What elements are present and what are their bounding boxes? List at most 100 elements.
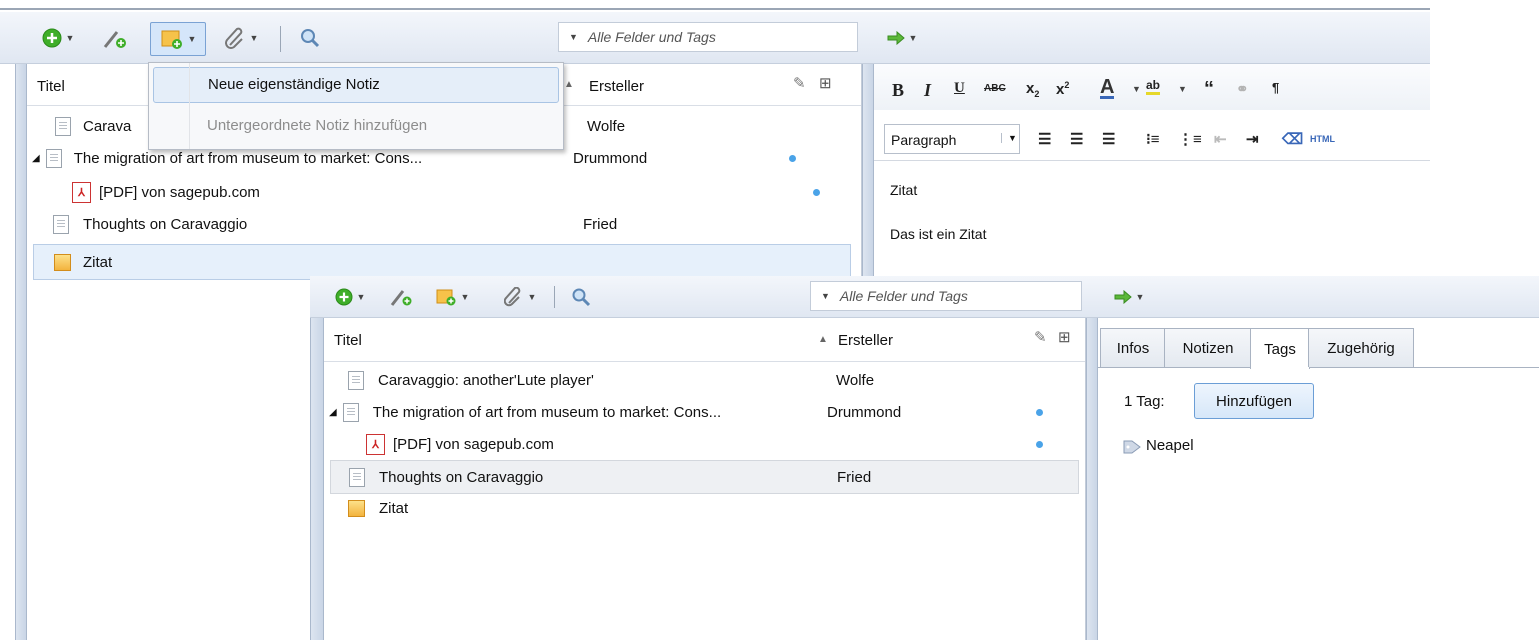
attachment-dot-icon — [813, 189, 820, 196]
item-creator: Wolfe — [587, 117, 626, 135]
outdent-icon[interactable]: ⇤ — [1214, 130, 1227, 148]
item-row-selected[interactable]: Thoughts on Caravaggio Fried — [330, 460, 1079, 494]
align-right-icon[interactable]: ☰ — [1102, 130, 1115, 148]
underline-button[interactable]: U — [954, 80, 965, 97]
text-color-button[interactable]: A — [1100, 77, 1115, 99]
item-title: Caravaggio: another'Lute player' — [378, 371, 594, 389]
sort-ascending-icon: ▲ — [818, 334, 828, 345]
menu-item-child-note[interactable]: Untergeordnete Notiz hinzufügen — [153, 109, 559, 143]
item-row[interactable]: Zitat — [324, 492, 1085, 524]
col-attachments-icon[interactable]: ✎ — [793, 74, 806, 92]
col-title[interactable]: Titel — [37, 78, 65, 95]
attachment-dot-icon — [1036, 441, 1043, 448]
link-button[interactable]: ⚭ — [1236, 80, 1249, 98]
arrow-right-icon — [887, 31, 905, 45]
tab-bar: Infos Notizen Tags Zugehörig — [1098, 328, 1539, 369]
top-border — [0, 0, 1430, 10]
add-by-identifier-button[interactable] — [386, 284, 416, 310]
item-title: Zitat — [379, 499, 409, 517]
tab-label: Tags — [1264, 340, 1296, 358]
clear-format-icon[interactable]: ⌫ — [1282, 130, 1303, 148]
search-field[interactable]: ▼ Alle Felder und Tags — [558, 22, 858, 52]
item-title: Zitat — [83, 253, 113, 271]
search-mode-caret[interactable]: ▼ — [821, 291, 830, 301]
format-select[interactable]: Paragraph ▼ — [884, 124, 1020, 154]
paragraph-mark-button[interactable]: ¶ — [1272, 80, 1279, 95]
col-title[interactable]: Titel — [334, 332, 362, 349]
indent-icon[interactable]: ⇥ — [1246, 130, 1259, 148]
expand-toggle-icon[interactable]: ◢ — [329, 407, 337, 418]
arrow-right-icon — [1114, 290, 1132, 304]
pane-splitter[interactable] — [1086, 318, 1098, 640]
item-title: [PDF] von sagepub.com — [99, 183, 260, 201]
highlight-caret[interactable]: ▼ — [1178, 84, 1187, 94]
new-item-button[interactable]: ▼ — [332, 284, 368, 310]
highlight-color-button[interactable]: ab — [1146, 78, 1161, 95]
bold-button[interactable]: B — [892, 80, 904, 101]
column-picker-icon[interactable]: ⊞ — [1058, 328, 1071, 346]
search-placeholder: Alle Felder und Tags — [587, 29, 716, 45]
search-mode-caret[interactable]: ▼ — [569, 32, 578, 42]
locate-button[interactable]: ▼ — [882, 25, 922, 51]
paperclip-icon — [224, 27, 243, 49]
front-item-list: Caravaggio: another'Lute player' Wolfe ◢… — [324, 364, 1085, 544]
tag-item[interactable]: Neapel — [1122, 437, 1194, 454]
item-title: The migration of art from museum to mark… — [73, 149, 423, 167]
add-by-identifier-button[interactable] — [98, 25, 132, 51]
attachment-button[interactable]: ▼ — [218, 25, 264, 51]
menu-item-standalone-note[interactable]: Neue eigenständige Notiz — [153, 67, 559, 103]
pdf-icon: ⅄ — [366, 433, 385, 455]
tab-zugehoerig[interactable]: Zugehörig — [1308, 328, 1414, 367]
item-row[interactable]: Thoughts on Caravaggio Fried — [27, 208, 861, 240]
item-row[interactable]: ⅄ [PDF] von sagepub.com — [324, 428, 1085, 460]
tab-infos[interactable]: Infos — [1100, 328, 1166, 367]
document-icon — [349, 467, 365, 487]
search-button[interactable] — [568, 284, 594, 310]
numbered-list-icon[interactable]: ⋮≡ — [1178, 130, 1202, 148]
bullet-list-icon[interactable]: ⁝≡ — [1146, 130, 1160, 148]
item-row[interactable]: Caravaggio: another'Lute player' Wolfe — [324, 364, 1085, 396]
item-row-selected[interactable]: Zitat — [33, 244, 851, 280]
search-button[interactable] — [296, 25, 324, 51]
document-icon — [55, 116, 71, 136]
align-center-icon[interactable]: ☰ — [1070, 130, 1083, 148]
editor-content[interactable]: Zitat Das ist ein Zitat — [890, 182, 1410, 242]
blockquote-button[interactable]: “ — [1204, 78, 1214, 101]
new-note-button[interactable]: ▼ — [430, 284, 474, 310]
new-note-button[interactable]: ▼ — [150, 22, 206, 56]
attachment-button[interactable]: ▼ — [498, 284, 542, 310]
italic-button[interactable]: I — [924, 80, 931, 101]
html-source-button[interactable]: HTML — [1310, 134, 1335, 144]
editor-line: Zitat — [890, 182, 918, 198]
tab-tags[interactable]: Tags — [1250, 328, 1310, 369]
text-color-caret[interactable]: ▼ — [1132, 84, 1141, 94]
editor-line: Das ist ein Zitat — [890, 226, 987, 242]
document-icon — [53, 214, 69, 234]
tab-notizen[interactable]: Notizen — [1164, 328, 1252, 367]
toolbar-divider — [554, 286, 555, 308]
expand-toggle-icon[interactable]: ◢ — [32, 153, 40, 164]
column-picker-icon[interactable]: ⊞ — [819, 74, 832, 92]
wand-icon — [390, 290, 412, 306]
note-icon — [54, 253, 71, 271]
menu-gutter — [189, 63, 190, 149]
collections-splitter[interactable] — [310, 318, 324, 640]
new-item-button[interactable]: ▼ — [38, 25, 78, 51]
superscript-button[interactable]: x2 — [1056, 80, 1069, 98]
note-add-icon — [436, 289, 456, 306]
align-left-icon[interactable]: ☰ — [1038, 130, 1051, 148]
item-title: Thoughts on Caravaggio — [379, 468, 544, 486]
item-row[interactable]: ◢ The migration of art from museum to ma… — [324, 396, 1085, 428]
collections-splitter[interactable] — [15, 64, 27, 640]
locate-button[interactable]: ▼ — [1110, 284, 1148, 310]
search-field[interactable]: ▼ Alle Felder und Tags — [810, 281, 1082, 311]
strikethrough-button[interactable]: ABC — [984, 83, 1006, 94]
col-creator[interactable]: Ersteller — [589, 78, 644, 95]
menu-item-label: Neue eigenständige Notiz — [208, 76, 380, 93]
item-row[interactable]: ⅄ [PDF] von sagepub.com — [27, 176, 861, 208]
new-note-menu: Neue eigenständige Notiz Untergeordnete … — [148, 62, 564, 150]
col-creator[interactable]: Ersteller — [838, 332, 893, 349]
col-attachments-icon[interactable]: ✎ — [1034, 328, 1047, 346]
add-tag-button[interactable]: Hinzufügen — [1194, 383, 1314, 419]
subscript-button[interactable]: x2 — [1026, 80, 1039, 99]
